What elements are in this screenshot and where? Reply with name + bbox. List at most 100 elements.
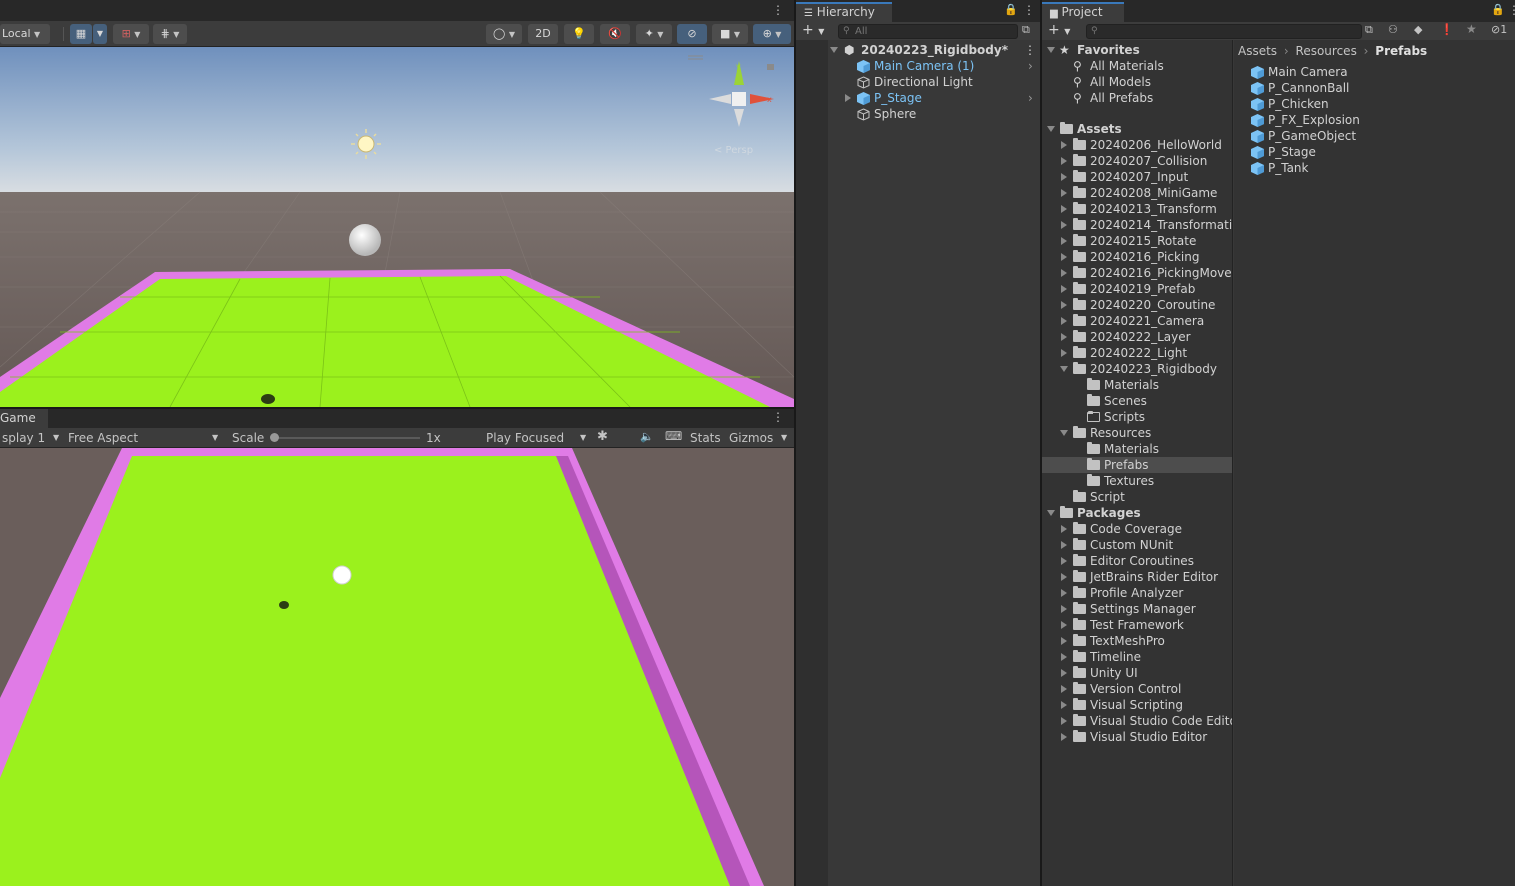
tree-folder-rigidbody[interactable]: 20240223_Rigidbody [1042, 361, 1232, 377]
game-more-icon[interactable]: ⋮ [772, 410, 784, 424]
display-dropdown[interactable]: splay 1 ▼ [2, 430, 64, 446]
project-more-icon[interactable]: ⋮ [1508, 3, 1515, 17]
scale-slider-thumb[interactable] [270, 433, 279, 442]
pivot-rotation-dropdown[interactable]: Local ▼ [0, 24, 50, 44]
aspect-dropdown[interactable]: Free Aspect ▼ [68, 430, 224, 446]
search-by-type-icon[interactable]: ⧉ [1365, 23, 1373, 37]
toggle-2d-button[interactable]: 2D [528, 24, 558, 44]
tree-folder[interactable]: 20240222_Layer [1042, 329, 1232, 345]
tree-favorites[interactable]: ★ Favorites [1042, 42, 1232, 58]
expand-arrow-icon[interactable] [1061, 221, 1067, 229]
tab-game[interactable]: Game [0, 409, 48, 428]
tree-package[interactable]: Test Framework [1042, 617, 1232, 633]
expand-arrow-icon[interactable] [1061, 541, 1067, 549]
expand-arrow-icon[interactable] [1061, 605, 1067, 613]
tree-package[interactable]: Editor Coroutines [1042, 553, 1232, 569]
increment-snapping-button[interactable]: ⊞ ▼ [113, 24, 149, 44]
tree-favorite-item[interactable]: ⚲ All Materials [1042, 58, 1232, 74]
expand-arrow-icon[interactable] [1061, 141, 1067, 149]
tree-folder[interactable]: Prefabs [1042, 457, 1232, 473]
tab-hierarchy[interactable]: ☰ Hierarchy [796, 2, 892, 22]
effects-dropdown[interactable]: ✦ ▼ [636, 24, 672, 44]
tree-folder[interactable]: Textures [1042, 473, 1232, 489]
expand-arrow-icon[interactable] [1061, 285, 1067, 293]
grid-visibility-button[interactable]: ⋕ ▼ [153, 24, 187, 44]
tree-packages[interactable]: Packages [1042, 505, 1232, 521]
expand-arrow-icon[interactable] [1061, 525, 1067, 533]
tree-package[interactable]: Visual Scripting [1042, 697, 1232, 713]
breadcrumb-assets[interactable]: Assets [1238, 44, 1277, 58]
tree-folder[interactable]: 20240220_Coroutine [1042, 297, 1232, 313]
scene-root-row[interactable]: ⬢ 20240223_Rigidbody* ⋮ [828, 42, 1040, 58]
expand-arrow-icon[interactable] [1061, 589, 1067, 597]
tree-folder[interactable]: 20240216_Picking [1042, 249, 1232, 265]
sphere-object[interactable] [349, 224, 381, 256]
lock-icon[interactable] [767, 64, 774, 70]
expand-arrow-icon[interactable] [1061, 653, 1067, 661]
tree-package[interactable]: Custom NUnit [1042, 537, 1232, 553]
hidden-packages-toggle[interactable]: ⊘1 [1491, 23, 1507, 36]
tree-package[interactable]: TextMeshPro [1042, 633, 1232, 649]
prefab-asset-row[interactable]: P_GameObject [1234, 128, 1515, 144]
bug-icon[interactable]: ✱ [597, 429, 608, 444]
scene-search-icon[interactable]: ⧉ [1022, 23, 1030, 37]
play-mode-dropdown[interactable]: Play Focused ▼ [486, 430, 590, 446]
prefab-asset-row[interactable]: Main Camera [1234, 64, 1515, 80]
expand-arrow-icon[interactable] [1061, 573, 1067, 581]
tree-folder[interactable]: 20240208_MiniGame [1042, 185, 1232, 201]
expand-arrow-icon[interactable] [1061, 717, 1067, 725]
tree-folder[interactable]: 20240206_HelloWorld [1042, 137, 1232, 153]
game-viewport[interactable] [0, 448, 794, 886]
tree-folder[interactable]: 20240221_Camera [1042, 313, 1232, 329]
expand-arrow-icon[interactable] [1061, 173, 1067, 181]
breadcrumb-prefabs[interactable]: Prefabs [1375, 44, 1427, 58]
gizmos-game-dropdown[interactable]: Gizmos ▼ [729, 430, 793, 446]
stats-button[interactable]: Stats [690, 430, 721, 446]
tree-package[interactable]: Code Coverage [1042, 521, 1232, 537]
star-icon[interactable]: ★ [1466, 22, 1477, 36]
expand-arrow-icon[interactable] [1061, 189, 1067, 197]
scene-visibility-button[interactable]: ⊘ [677, 24, 707, 44]
grid-snapping-dropdown[interactable]: ▼ [93, 24, 107, 44]
expand-arrow-icon[interactable] [1061, 685, 1067, 693]
prefab-asset-row[interactable]: P_Chicken [1234, 96, 1515, 112]
hierarchy-item-p-stage[interactable]: P_Stage › [828, 90, 1040, 106]
expand-arrow-icon[interactable] [1061, 669, 1067, 677]
expand-arrow-icon[interactable] [1061, 317, 1067, 325]
hierarchy-item-directional-light[interactable]: Directional Light [828, 74, 1040, 90]
expand-arrow-icon[interactable] [1061, 301, 1067, 309]
tree-folder[interactable]: Materials [1042, 377, 1232, 393]
expand-arrow-icon[interactable] [1061, 349, 1067, 357]
expand-arrow-icon[interactable] [1060, 366, 1068, 372]
expand-arrow-icon[interactable] [1047, 47, 1055, 53]
lock-icon[interactable]: 🔒 [1491, 3, 1505, 16]
camera-settings-dropdown[interactable]: ■ ▼ [712, 24, 748, 44]
tree-package[interactable]: Settings Manager [1042, 601, 1232, 617]
tab-project[interactable]: ▆ Project [1042, 2, 1124, 22]
scene-more-icon[interactable]: ⋮ [772, 3, 784, 17]
tag-icon[interactable]: ◆ [1414, 23, 1422, 36]
hierarchy-item-sphere[interactable]: Sphere [828, 106, 1040, 122]
prefab-asset-row[interactable]: P_FX_Explosion [1234, 112, 1515, 128]
tree-package[interactable]: Profile Analyzer [1042, 585, 1232, 601]
expand-arrow-icon[interactable] [1060, 430, 1068, 436]
hierarchy-search-input[interactable]: ⚲ All [838, 24, 1018, 39]
tree-folder[interactable]: 20240215_Rotate [1042, 233, 1232, 249]
expand-arrow-icon[interactable] [1061, 157, 1067, 165]
scale-slider[interactable] [270, 433, 420, 442]
expand-arrow-icon[interactable] [1061, 237, 1067, 245]
mute-audio-icon[interactable]: 🔈 [640, 430, 654, 443]
expand-arrow-icon[interactable] [1061, 557, 1067, 565]
tree-folder[interactable]: Scripts [1042, 409, 1232, 425]
grid-snapping-button[interactable]: ▦ [70, 24, 92, 44]
expand-arrow-icon[interactable] [1047, 510, 1055, 516]
prefab-asset-row[interactable]: P_Stage [1234, 144, 1515, 160]
chevron-right-icon[interactable]: › [1028, 58, 1033, 74]
lock-icon[interactable]: 🔒 [1004, 3, 1018, 16]
expand-arrow-icon[interactable] [1047, 126, 1055, 132]
tree-favorite-item[interactable]: ⚲ All Models [1042, 74, 1232, 90]
expand-arrow-icon[interactable] [1061, 205, 1067, 213]
tree-folder[interactable]: 20240216_PickingMove [1042, 265, 1232, 281]
tree-folder[interactable]: 20240219_Prefab [1042, 281, 1232, 297]
tree-folder[interactable]: 20240207_Input [1042, 169, 1232, 185]
